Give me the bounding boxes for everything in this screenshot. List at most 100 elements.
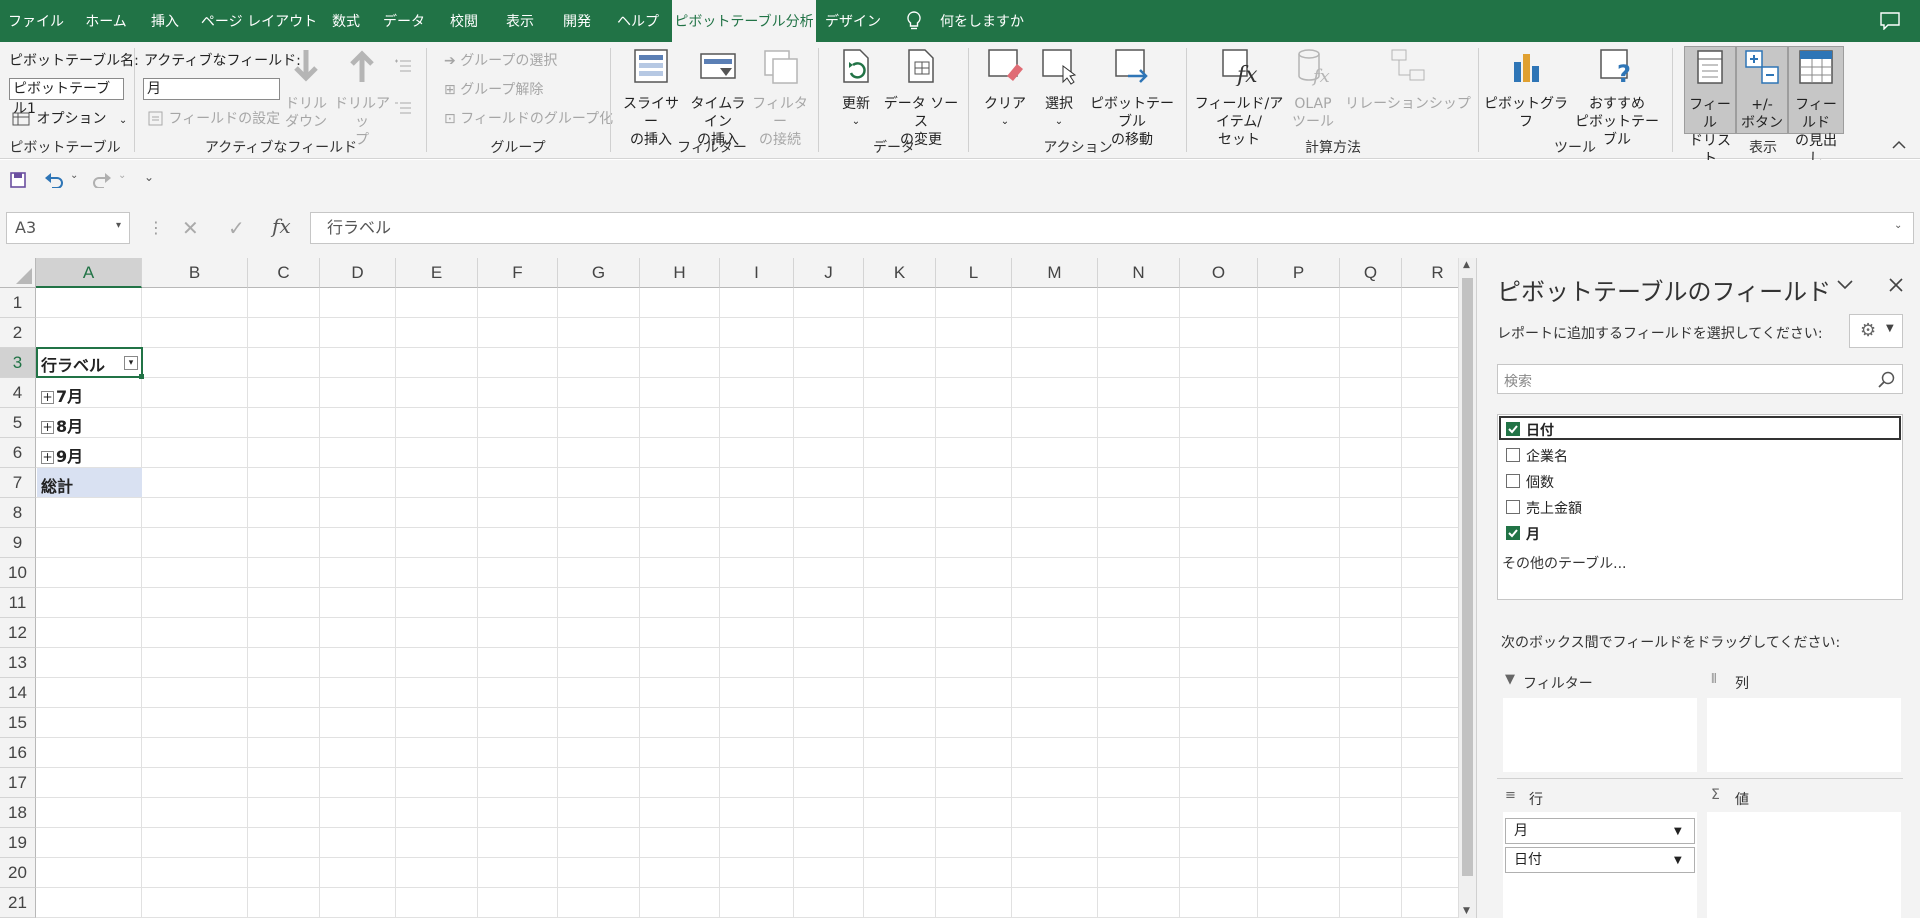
field-item-month[interactable]: 月: [1500, 521, 1904, 545]
rows-drop-area[interactable]: 月 ▼ 日付 ▼: [1503, 812, 1697, 918]
tab-help[interactable]: ヘルプ: [608, 0, 668, 42]
columns-drop-area[interactable]: [1707, 698, 1901, 772]
row-header-13[interactable]: 13: [0, 648, 36, 678]
more-tables-link[interactable]: その他のテーブル...: [1502, 553, 1627, 573]
checkbox-checked-icon[interactable]: [1506, 526, 1520, 540]
tab-design[interactable]: デザイン: [818, 0, 888, 42]
pane-options-chevron-icon[interactable]: [1837, 280, 1853, 290]
plus-minus-buttons-toggle[interactable]: +/- ボタン: [1736, 46, 1788, 134]
row-header-16[interactable]: 16: [0, 738, 36, 768]
comments-icon[interactable]: [1880, 12, 1900, 30]
move-pivot-button[interactable]: ピボットテーブル の移動: [1084, 46, 1180, 149]
pivot-chart-button[interactable]: ピボットグラフ: [1484, 46, 1568, 131]
pivot-name-input[interactable]: ピボットテーブル1: [9, 78, 124, 117]
tab-file[interactable]: ファイル: [4, 0, 68, 42]
checkbox-icon[interactable]: [1506, 474, 1520, 488]
row-header-5[interactable]: 5: [0, 408, 36, 438]
row-header-15[interactable]: 15: [0, 708, 36, 738]
tab-pivot-analyze[interactable]: ピボットテーブル分析: [672, 0, 816, 42]
cancel-icon[interactable]: ✕: [182, 216, 199, 240]
active-field-input[interactable]: 月: [143, 78, 280, 100]
fill-handle[interactable]: [139, 374, 144, 379]
tab-view[interactable]: 表示: [494, 0, 546, 42]
column-header-l[interactable]: L: [936, 258, 1012, 288]
group-field-button[interactable]: ⊡ フィールドのグループ化: [444, 108, 613, 128]
cell-a7[interactable]: 総計: [37, 473, 142, 497]
chevron-down-icon[interactable]: ▼: [1674, 849, 1682, 873]
field-list-toggle[interactable]: フィール ドリスト: [1684, 46, 1736, 167]
column-header-j[interactable]: J: [794, 258, 864, 288]
cell-a4[interactable]: +7月: [37, 383, 142, 407]
redo-icon[interactable]: [92, 172, 112, 188]
column-header-k[interactable]: K: [864, 258, 936, 288]
column-header-a[interactable]: A: [36, 258, 142, 288]
column-header-i[interactable]: I: [720, 258, 794, 288]
collapse-field-icon[interactable]: [394, 100, 412, 116]
select-button[interactable]: 選択 ⌄: [1034, 46, 1084, 131]
insert-function-icon[interactable]: fx: [272, 214, 291, 238]
fields-items-button[interactable]: fx フィールド/アイテム/ セット: [1192, 46, 1286, 149]
tab-insert[interactable]: 挿入: [140, 0, 190, 42]
field-item-sales[interactable]: 売上金額: [1500, 495, 1904, 519]
chevron-down-icon[interactable]: ⌄: [70, 170, 78, 181]
field-item-company[interactable]: 企業名: [1500, 443, 1904, 467]
field-headers-toggle[interactable]: フィールド の見出し: [1788, 46, 1844, 167]
formula-input[interactable]: 行ラベル: [310, 212, 1914, 244]
column-header-r[interactable]: R: [1402, 258, 1458, 288]
customize-qat-icon[interactable]: ⌄: [144, 170, 154, 184]
tab-home[interactable]: ホーム: [74, 0, 138, 42]
column-header-p[interactable]: P: [1258, 258, 1340, 288]
expand-icon[interactable]: +: [41, 421, 54, 434]
row-header-11[interactable]: 11: [0, 588, 36, 618]
row-field-pill-month[interactable]: 月 ▼: [1505, 818, 1695, 844]
field-item-date[interactable]: 日付: [1500, 417, 1904, 441]
drill-down-button[interactable]: ドリル ダウン: [284, 46, 328, 131]
select-all-button[interactable]: [0, 258, 36, 288]
row-header-10[interactable]: 10: [0, 558, 36, 588]
filter-dropdown-icon[interactable]: ▾: [124, 356, 138, 370]
row-header-18[interactable]: 18: [0, 798, 36, 828]
row-header-20[interactable]: 20: [0, 858, 36, 888]
relationships-button[interactable]: リレーションシップ: [1340, 46, 1476, 113]
field-search-input[interactable]: 検索: [1497, 364, 1903, 394]
filter-connections-button[interactable]: フィルター の接続: [752, 46, 808, 149]
row-header-9[interactable]: 9: [0, 528, 36, 558]
column-header-m[interactable]: M: [1012, 258, 1098, 288]
column-header-f[interactable]: F: [478, 258, 558, 288]
change-source-button[interactable]: データ ソース の変更: [880, 46, 962, 149]
column-header-c[interactable]: C: [248, 258, 320, 288]
save-icon[interactable]: [10, 172, 26, 188]
row-header-2[interactable]: 2: [0, 318, 36, 348]
check-icon[interactable]: ✓: [228, 216, 245, 240]
column-header-n[interactable]: N: [1098, 258, 1180, 288]
row-header-17[interactable]: 17: [0, 768, 36, 798]
checkbox-icon[interactable]: [1506, 448, 1520, 462]
close-icon[interactable]: [1889, 278, 1903, 292]
row-header-14[interactable]: 14: [0, 678, 36, 708]
column-header-h[interactable]: H: [640, 258, 720, 288]
expand-field-icon[interactable]: [394, 58, 412, 74]
insert-slicer-button[interactable]: スライサー の挿入: [618, 46, 684, 149]
ungroup-button[interactable]: ⊞ グループ解除: [444, 79, 543, 99]
recommended-pivot-button[interactable]: ? おすすめ ピボットテーブル: [1570, 46, 1664, 149]
refresh-button[interactable]: 更新 ⌄: [826, 46, 886, 131]
row-header-7[interactable]: 7: [0, 468, 36, 498]
tab-review[interactable]: 校閲: [438, 0, 490, 42]
row-header-4[interactable]: 4: [0, 378, 36, 408]
values-drop-area[interactable]: [1707, 812, 1901, 918]
worksheet-grid[interactable]: ABCDEFGHIJKLMNOPQR 1 2 3 4 5 6 7 8 9 10 11 12 13 14 15…: [0, 258, 1458, 918]
cell-a6[interactable]: +9月: [37, 443, 142, 467]
column-header-e[interactable]: E: [396, 258, 478, 288]
checkbox-icon[interactable]: [1506, 500, 1520, 514]
tell-me-search[interactable]: 何をしますか: [940, 0, 1024, 42]
scrollbar-thumb[interactable]: [1462, 278, 1473, 876]
scroll-down-icon[interactable]: ▼: [1463, 906, 1470, 916]
row-header-8[interactable]: 8: [0, 498, 36, 528]
row-header-19[interactable]: 19: [0, 828, 36, 858]
expand-icon[interactable]: +: [41, 391, 54, 404]
tab-developer[interactable]: 開発: [550, 0, 604, 42]
tab-data[interactable]: データ: [374, 0, 434, 42]
active-cell-a3[interactable]: 行ラベル ▾: [36, 347, 144, 379]
column-header-g[interactable]: G: [558, 258, 640, 288]
column-header-q[interactable]: Q: [1340, 258, 1402, 288]
